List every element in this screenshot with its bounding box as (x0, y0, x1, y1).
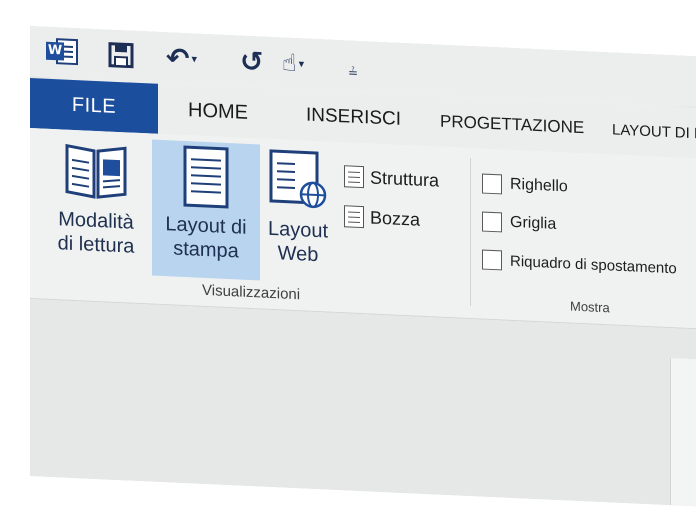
tab-file[interactable]: FILE (30, 78, 158, 134)
word-logo-icon[interactable]: W (46, 36, 80, 68)
gridlines-checkbox[interactable]: Griglia (482, 209, 556, 238)
customize-glyph: ≟ (348, 65, 359, 80)
read-mode-button[interactable]: Modalità di lettura (38, 134, 154, 275)
photo-frame: W ↶ ▾ ↺ ☝ ▾ ≟ FILE HOME INSERISCI PROGET… (0, 0, 696, 507)
undo-dropdown-icon[interactable]: ▾ (191, 52, 197, 65)
navigation-pane-label: Riquadro di spostamento (510, 252, 677, 277)
touch-dropdown-icon[interactable]: ▾ (299, 57, 305, 70)
read-mode-label-1: Modalità (58, 208, 134, 234)
draft-label: Bozza (370, 206, 421, 230)
gridlines-label: Griglia (510, 213, 557, 233)
redo-icon[interactable]: ↺ (240, 44, 270, 79)
word-window: W ↶ ▾ ↺ ☝ ▾ ≟ FILE HOME INSERISCI PROGET… (30, 26, 696, 507)
print-layout-label-2: stampa (173, 237, 239, 263)
ribbon-panel: Modalità di lettura Layout di stampa Lay… (30, 128, 696, 330)
web-layout-label-1: Layout (267, 217, 329, 243)
gridlines-checkbox-box[interactable] (482, 211, 502, 233)
outline-icon (344, 165, 364, 189)
redo-glyph: ↺ (240, 44, 264, 79)
touch-glyph: ☝ (282, 48, 297, 78)
views-group-label: Visualizzazioni (202, 281, 301, 304)
navigation-pane-checkbox[interactable]: Riquadro di spostamento (482, 247, 677, 282)
book-icon (63, 137, 129, 204)
outline-button[interactable]: Struttura (344, 162, 439, 194)
group-divider (470, 157, 471, 307)
tab-inserisci[interactable]: INSERISCI (306, 91, 401, 145)
undo-icon[interactable]: ↶ ▾ (166, 41, 206, 75)
print-layout-button[interactable]: Layout di stampa (152, 139, 260, 281)
ruler-label: Righello (510, 175, 568, 196)
show-group-label: Mostra (570, 298, 610, 316)
page-icon (173, 142, 239, 209)
word-letter: W (46, 41, 64, 61)
document-page[interactable] (670, 358, 696, 507)
ruler-checkbox[interactable]: Righello (482, 171, 568, 201)
tab-layout[interactable]: LAYOUT DI P (612, 104, 696, 158)
undo-glyph: ↶ (166, 40, 190, 75)
navigation-pane-checkbox-box[interactable] (482, 249, 502, 271)
web-layout-button[interactable]: Layout Web (262, 145, 334, 284)
customize-toolbar-icon[interactable]: ≟ (348, 56, 362, 89)
draft-icon (344, 205, 364, 229)
tab-home[interactable]: HOME (188, 85, 248, 138)
save-icon[interactable] (108, 39, 136, 72)
web-page-icon (265, 147, 331, 214)
document-area[interactable] (30, 299, 696, 507)
web-layout-label-2: Web (277, 242, 319, 267)
ruler-checkbox-box[interactable] (482, 173, 502, 195)
tab-progettazione[interactable]: PROGETTAZIONE (440, 97, 584, 154)
outline-label: Struttura (370, 166, 440, 191)
print-layout-label-1: Layout di (165, 213, 247, 239)
touch-mode-icon[interactable]: ☝ ▾ (282, 46, 326, 80)
draft-button[interactable]: Bozza (344, 202, 420, 233)
read-mode-label-2: di lettura (57, 232, 135, 258)
